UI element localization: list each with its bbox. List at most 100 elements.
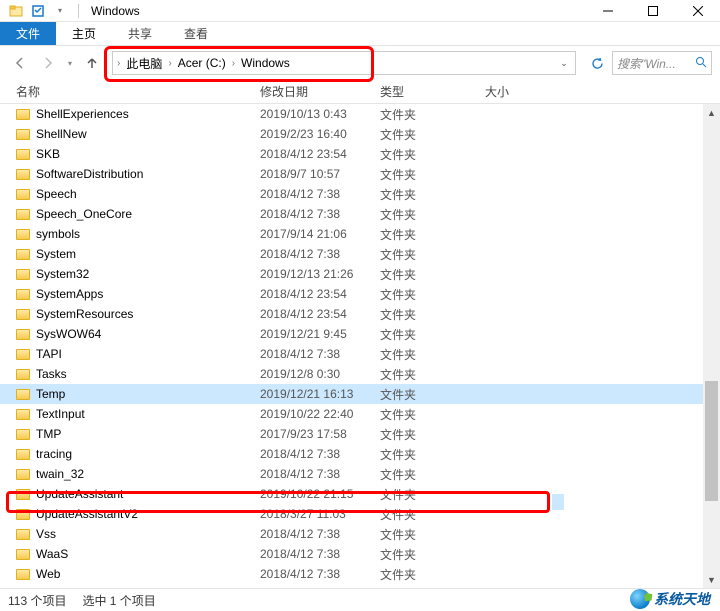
file-row[interactable]: UpdateAssistant2019/10/22 21:15文件夹 [0,484,720,504]
file-type: 文件夹 [380,186,485,203]
vertical-scrollbar[interactable]: ▲ ▼ [703,104,720,588]
selection-tail [552,494,564,510]
file-name: Tasks [36,367,67,381]
address-dropdown-icon[interactable]: ⌄ [555,58,573,69]
file-type: 文件夹 [380,386,485,403]
history-dropdown[interactable]: ▾ [64,51,76,75]
maximize-button[interactable] [630,0,675,22]
file-name: TextInput [36,407,85,421]
scroll-down-icon[interactable]: ▼ [703,571,720,588]
watermark: 系统天地 [630,589,710,609]
folder-icon [16,229,30,240]
search-input[interactable]: 搜索"Win... [612,51,712,75]
qat-props-icon[interactable] [30,3,46,19]
file-date: 2018/3/27 11:03 [260,507,380,521]
file-date: 2018/4/12 7:38 [260,567,380,581]
tab-share[interactable]: 共享 [112,22,168,45]
column-type[interactable]: 类型 [380,83,485,100]
file-type: 文件夹 [380,146,485,163]
forward-button[interactable] [36,51,60,75]
file-row[interactable]: TAPI2018/4/12 7:38文件夹 [0,344,720,364]
search-placeholder: 搜索"Win... [617,55,691,72]
folder-icon [16,349,30,360]
file-name: ShellExperiences [36,107,129,121]
folder-icon [16,449,30,460]
file-row[interactable]: WaaS2018/4/12 7:38文件夹 [0,544,720,564]
file-row[interactable]: SystemResources2018/4/12 23:54文件夹 [0,304,720,324]
close-button[interactable] [675,0,720,22]
column-name[interactable]: 名称 [0,83,260,100]
file-row[interactable]: ShellNew2019/2/23 16:40文件夹 [0,124,720,144]
file-type: 文件夹 [380,226,485,243]
file-row[interactable]: Tasks2019/12/8 0:30文件夹 [0,364,720,384]
file-row[interactable]: System2018/4/12 7:38文件夹 [0,244,720,264]
file-row[interactable]: Vss2018/4/12 7:38文件夹 [0,524,720,544]
file-row[interactable]: UpdateAssistantV22018/3/27 11:03文件夹 [0,504,720,524]
tab-file[interactable]: 文件 [0,22,56,45]
file-row[interactable]: Speech_OneCore2018/4/12 7:38文件夹 [0,204,720,224]
file-row[interactable]: TextInput2019/10/22 22:40文件夹 [0,404,720,424]
file-row[interactable]: System322019/12/13 21:26文件夹 [0,264,720,284]
file-name: SoftwareDistribution [36,167,143,181]
file-name: tracing [36,447,72,461]
chevron-right-icon: › [166,58,173,69]
file-row[interactable]: SystemApps2018/4/12 23:54文件夹 [0,284,720,304]
file-date: 2019/12/21 16:13 [260,387,380,401]
file-row[interactable]: Web2018/4/12 7:38文件夹 [0,564,720,584]
tab-view[interactable]: 查看 [168,22,224,45]
chevron-right-icon: › [230,58,237,69]
address-bar[interactable]: › 此电脑 › Acer (C:) › Windows ⌄ [112,51,576,75]
folder-icon [16,149,30,160]
file-name: UpdateAssistant [36,487,123,501]
breadcrumb-item[interactable]: 此电脑 [122,55,166,72]
file-date: 2018/9/7 10:57 [260,167,380,181]
file-list: ShellExperiences2019/10/13 0:43文件夹ShellN… [0,104,720,588]
scroll-track[interactable] [703,121,720,571]
file-row[interactable]: SKB2018/4/12 23:54文件夹 [0,144,720,164]
nav-row: ▾ › 此电脑 › Acer (C:) › Windows ⌄ 搜索"Win..… [0,46,720,80]
ribbon-tabs: 文件 主页 共享 查看 [0,22,720,46]
file-row[interactable]: SysWOW642019/12/21 9:45文件夹 [0,324,720,344]
file-date: 2018/4/12 7:38 [260,187,380,201]
folder-icon [16,289,30,300]
file-date: 2018/4/12 7:38 [260,347,380,361]
chevron-right-icon: › [115,58,122,69]
folder-icon [16,169,30,180]
up-button[interactable] [80,51,104,75]
breadcrumb-item[interactable]: Acer (C:) [174,56,230,70]
tab-home[interactable]: 主页 [56,22,112,45]
folder-icon [16,329,30,340]
file-row[interactable]: twain_322018/4/12 7:38文件夹 [0,464,720,484]
file-row[interactable]: ShellExperiences2019/10/13 0:43文件夹 [0,104,720,124]
file-date: 2019/12/21 9:45 [260,327,380,341]
search-icon [695,56,707,71]
minimize-button[interactable] [585,0,630,22]
file-name: System32 [36,267,89,281]
status-bar: 113 个项目 选中 1 个项目 [0,588,720,611]
file-row[interactable]: symbols2017/9/14 21:06文件夹 [0,224,720,244]
scroll-up-icon[interactable]: ▲ [703,104,720,121]
folder-icon [16,369,30,380]
folder-app-icon [8,3,24,19]
refresh-button[interactable] [586,51,608,75]
file-name: Web [36,567,60,581]
file-type: 文件夹 [380,366,485,383]
file-name: symbols [36,227,80,241]
file-row[interactable]: SoftwareDistribution2018/9/7 10:57文件夹 [0,164,720,184]
scroll-thumb[interactable] [705,381,718,501]
file-row[interactable]: tracing2018/4/12 7:38文件夹 [0,444,720,464]
file-type: 文件夹 [380,246,485,263]
file-type: 文件夹 [380,326,485,343]
folder-icon [16,109,30,120]
breadcrumb-item[interactable]: Windows [237,56,294,70]
file-name: twain_32 [36,467,84,481]
file-type: 文件夹 [380,306,485,323]
qat-dropdown-icon[interactable]: ▾ [52,3,68,19]
file-row[interactable]: TMP2017/9/23 17:58文件夹 [0,424,720,444]
back-button[interactable] [8,51,32,75]
file-date: 2017/9/23 17:58 [260,427,380,441]
column-date[interactable]: 修改日期 [260,83,380,100]
file-row[interactable]: Speech2018/4/12 7:38文件夹 [0,184,720,204]
file-row[interactable]: Temp2019/12/21 16:13文件夹 [0,384,720,404]
column-size[interactable]: 大小 [485,83,545,100]
